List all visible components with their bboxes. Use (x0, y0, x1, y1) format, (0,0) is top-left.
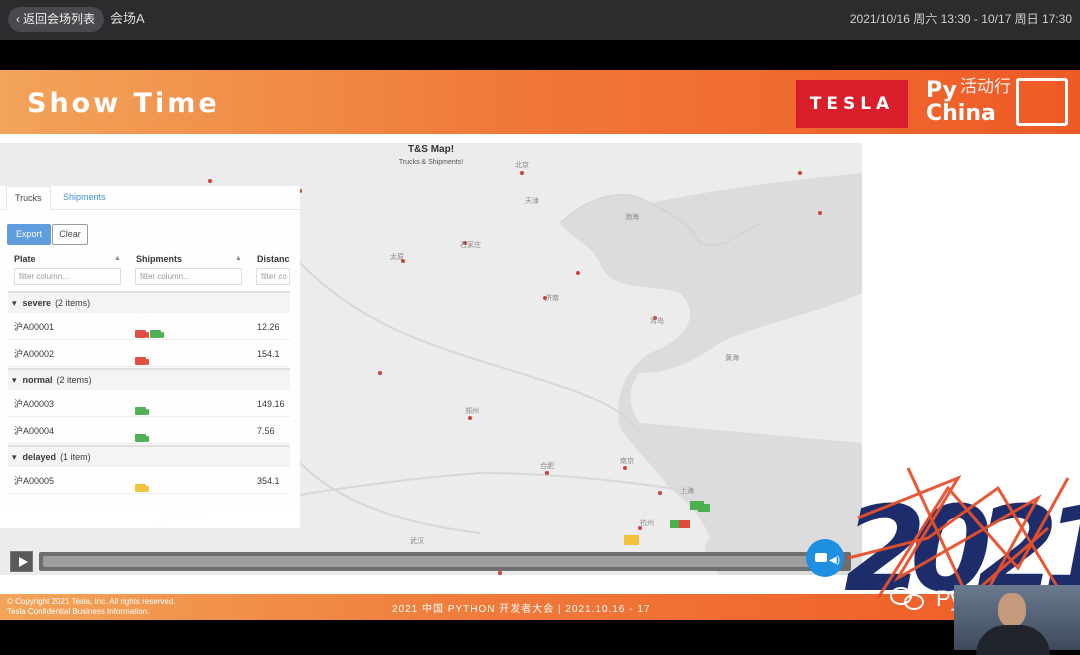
map-label-zhengzhou: 郑州 (465, 407, 479, 415)
truck-red-icon (135, 357, 149, 365)
shipments-cell (135, 399, 149, 415)
venue-name: 会场A (110, 11, 145, 26)
column-header-distance[interactable]: Distanc (257, 254, 290, 264)
play-button[interactable] (10, 551, 33, 572)
pycon-box-icon (1016, 78, 1068, 126)
copyright-line2: Tesla Confidential Business Information. (7, 607, 150, 616)
collapse-caret-icon: ▾ (12, 452, 17, 462)
conference-banner: 2021 中国 PYTHON 开发者大会 | 2021.10.16 - 17 (392, 604, 651, 615)
truck-marker-yellow (624, 535, 639, 545)
speaker-head (998, 593, 1026, 627)
shipments-cell (135, 426, 149, 442)
plate-filter-input[interactable]: filter column... (14, 268, 121, 285)
plate-cell: 沪A00004 (14, 426, 55, 436)
map-truck-markers (624, 501, 710, 545)
chevron-left-icon: ‹ (16, 12, 20, 26)
shipments-cell (135, 476, 149, 492)
map-label-shanghai: 上海 (680, 486, 694, 495)
group-header-delayed[interactable]: ▾ delayed (1 item) (8, 445, 290, 467)
truck-green-icon (135, 434, 149, 442)
table-row[interactable]: 沪A00002 154.1 (8, 341, 290, 367)
back-button-label: 返回会场列表 (23, 12, 96, 26)
distance-cell: 354.1 (257, 476, 280, 486)
shipments-cell (135, 322, 164, 338)
collapse-caret-icon: ▾ (12, 298, 17, 308)
sort-icon[interactable]: ▲ (114, 255, 121, 262)
distance-cell: 154.1 (257, 349, 280, 359)
plate-cell: 沪A00001 (14, 322, 55, 332)
truck-marker-green-2 (698, 504, 710, 512)
export-button[interactable]: Export (7, 224, 51, 245)
truck-marker-red (679, 520, 690, 528)
truck-green-icon (149, 330, 164, 338)
map-label-bohai: 渤海 (625, 212, 639, 221)
speaker-body (976, 625, 1050, 655)
map-label-taiyuan: 太原 (390, 252, 404, 261)
distance-cell: 12.26 (257, 322, 280, 332)
map-label-yellow-sea: 黄海 (725, 353, 739, 362)
truck-green-icon (135, 407, 149, 415)
group-count: (2 items) (56, 375, 92, 385)
map-title: T&S Map! (407, 144, 455, 155)
copyright-line1: © Copyright 2021 Tesla, Inc. All rights … (7, 597, 176, 606)
video-player-bar: ◀) (0, 539, 862, 577)
event-datetime: 2021/10/16 周六 13:30 - 10/17 周日 17:30 (849, 12, 1072, 26)
pycon-line2: China (926, 101, 996, 126)
group-name: delayed (22, 452, 57, 462)
tesla-logo: TESLA (796, 80, 908, 128)
map-label-qingdao: 青岛 (650, 316, 664, 325)
map-label-hefei: 合肥 (540, 461, 554, 470)
tab-shipments[interactable]: Shipments (55, 186, 114, 210)
slide-title: Show Time (27, 88, 220, 119)
collapse-caret-icon: ▾ (12, 375, 17, 385)
table-row[interactable]: 沪A00005 354.1 (8, 468, 290, 494)
truck-yellow-icon (135, 484, 149, 492)
event-platform-watermark: 活动行 (960, 77, 1011, 96)
group-header-normal[interactable]: ▾ normal (2 items) (8, 368, 290, 390)
trucks-panel: Trucks Shipments Export Clear Plate ▲ Sh… (0, 186, 300, 528)
group-count: (1 item) (60, 452, 91, 462)
truck-red-icon (135, 330, 149, 338)
pycon-china-logo: Py China 活动行 (926, 76, 1076, 130)
map-label-jinan: 济南 (545, 293, 559, 302)
progress-bar[interactable] (39, 552, 851, 571)
group-name: normal (22, 375, 53, 385)
group-header-severe[interactable]: ▾ severe (2 items) (8, 291, 290, 313)
map-label-wuhan: 武汉 (410, 536, 424, 545)
map-title-block: T&S Map! Trucks & Shipments! (0, 143, 862, 166)
column-header-shipments[interactable]: Shipments (136, 254, 182, 264)
group-name: severe (22, 298, 52, 308)
column-header-plate[interactable]: Plate (14, 254, 36, 264)
table-row[interactable]: 沪A00003 149.16 (8, 391, 290, 417)
speaker-video-thumbnail[interactable] (954, 585, 1080, 655)
wechat-icon (888, 585, 930, 613)
distance-filter-input[interactable]: filter co (256, 268, 290, 285)
map-subtitle: Trucks & Shipments! (398, 159, 464, 166)
shipments-filter-input[interactable]: filter column... (135, 268, 242, 285)
map-label-nanjing: 南京 (620, 456, 634, 465)
table-row[interactable]: 沪A00004 7.56 (8, 418, 290, 444)
map-view[interactable]: 北京 天津 石家庄 济南 郑州 合肥 南京 上海 杭州 武汉 太原 青岛 渤海 … (0, 143, 862, 575)
plate-cell: 沪A00005 (14, 476, 55, 486)
slide-header: Show Time TESLA Py China 活动行 (0, 70, 1080, 134)
tab-trucks[interactable]: Trucks (6, 186, 51, 210)
plate-cell: 沪A00003 (14, 399, 55, 409)
table-row[interactable]: 沪A00001 12.26 (8, 314, 290, 340)
map-label-tianjin: 天津 (525, 197, 539, 205)
clear-button[interactable]: Clear (52, 224, 88, 245)
distance-cell: 7.56 (257, 426, 275, 436)
map-label-hangzhou: 杭州 (640, 518, 654, 527)
shipments-cell (135, 349, 149, 365)
plate-cell: 沪A00002 (14, 349, 55, 359)
sort-icon[interactable]: ▲ (235, 255, 242, 262)
copyright-text: © Copyright 2021 Tesla, Inc. All rights … (7, 597, 176, 617)
progress-track (43, 556, 838, 567)
map-label-shijiazhuang: 石家庄 (460, 240, 481, 249)
top-bar: ‹ 返回会场列表 会场A 2021/10/16 周六 13:30 - 10/17… (0, 0, 1080, 40)
distance-cell: 149.16 (257, 399, 285, 409)
back-to-venue-list-button[interactable]: ‹ 返回会场列表 (8, 7, 105, 32)
panel-tabs: Trucks Shipments (0, 186, 300, 210)
group-count: (2 items) (55, 298, 91, 308)
